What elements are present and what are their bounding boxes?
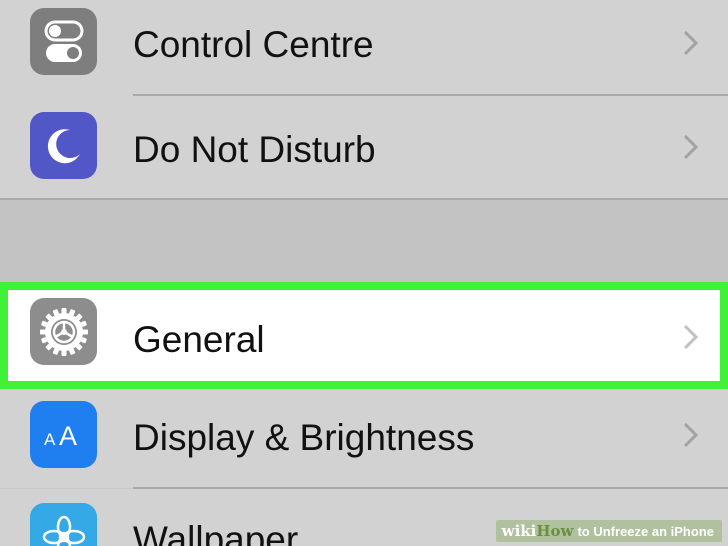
- settings-row-label: General: [133, 319, 265, 360]
- settings-row-control-centre[interactable]: Control Centre: [0, 0, 728, 96]
- section-divider: [0, 198, 728, 200]
- section-gap: [0, 200, 728, 282]
- settings-row-general[interactable]: General: [0, 282, 728, 389]
- gear-icon: [30, 298, 97, 365]
- settings-row-display-brightness[interactable]: A A Display & Brightness: [0, 389, 728, 488]
- watermark-badge: wikiHow to Unfreeze an iPhone: [495, 520, 722, 542]
- settings-row-do-not-disturb[interactable]: Do Not Disturb: [0, 96, 728, 200]
- settings-row-label: Wallpaper: [133, 519, 299, 546]
- settings-row-label: Display & Brightness: [133, 417, 475, 458]
- svg-text:A: A: [44, 430, 56, 449]
- flower-icon: [30, 503, 97, 546]
- watermark-text: to Unfreeze an iPhone: [577, 523, 714, 539]
- settings-row-label: Do Not Disturb: [133, 129, 376, 170]
- svg-text:A: A: [59, 421, 77, 451]
- chevron-right-icon: [683, 324, 699, 350]
- toggle-switches-icon: [30, 8, 97, 75]
- chevron-right-icon: [683, 134, 699, 160]
- moon-icon: [30, 112, 97, 179]
- chevron-right-icon: [683, 30, 699, 56]
- watermark-logo: wikiHow: [501, 522, 574, 540]
- chevron-right-icon: [683, 422, 699, 448]
- settings-row-label: Control Centre: [133, 24, 374, 65]
- text-size-icon: A A: [30, 401, 97, 468]
